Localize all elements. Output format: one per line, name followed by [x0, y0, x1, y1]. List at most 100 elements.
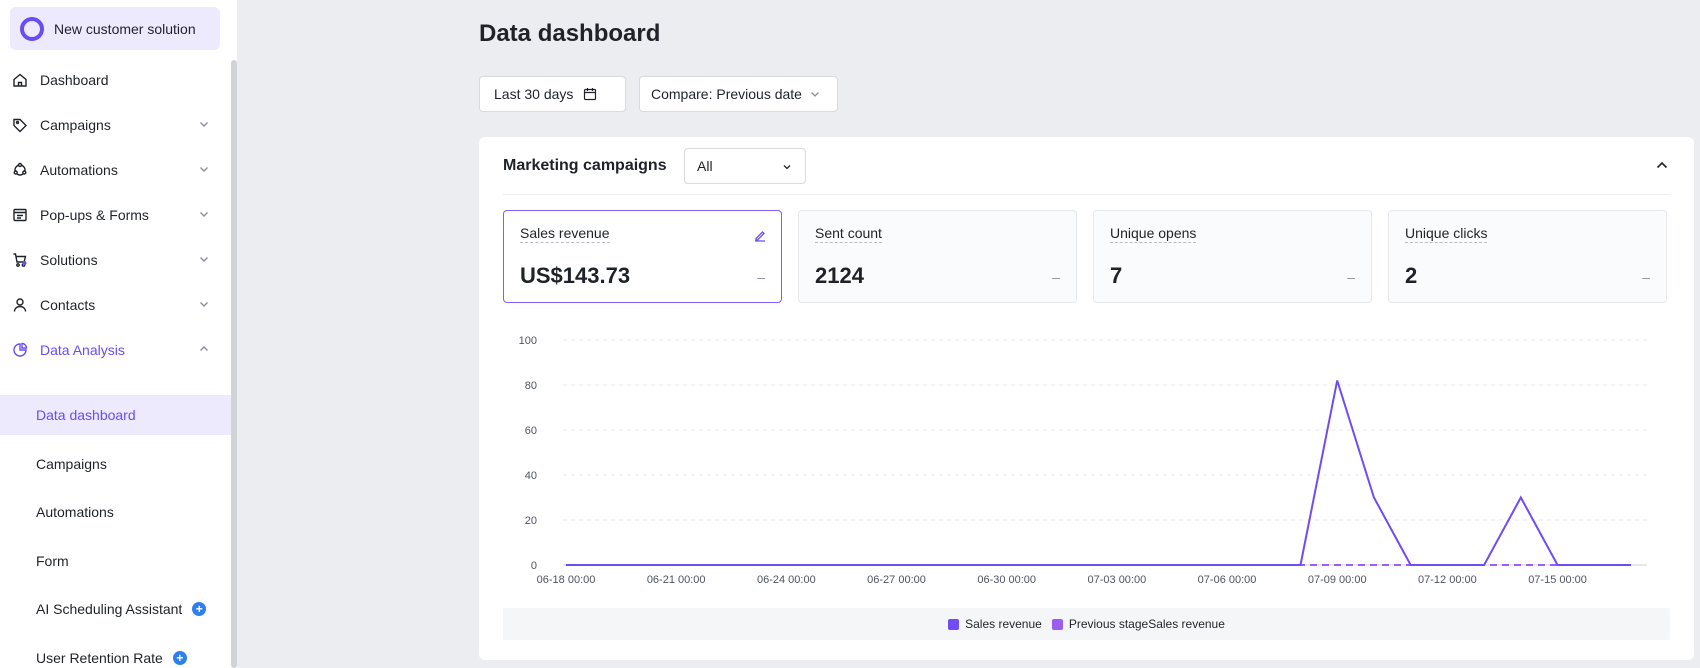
y-tick-label: 0 — [531, 560, 537, 572]
sidebar-subitem-automations[interactable]: Automations — [0, 492, 231, 532]
metric-label: Unique opens — [1110, 225, 1197, 243]
sidebar-item-solutions[interactable]: Solutions — [0, 238, 231, 282]
x-tick-label: 07-06 00:00 — [1198, 574, 1257, 586]
form-icon — [12, 207, 28, 223]
cart-icon — [12, 252, 28, 268]
legend-label: Sales revenue — [965, 617, 1042, 631]
x-tick-label: 06-24 00:00 — [757, 574, 816, 586]
metric-card-unique-clicks[interactable]: Unique clicks 2 – — [1388, 210, 1667, 303]
sidebar-subitem-campaigns[interactable]: Campaigns — [0, 444, 231, 484]
chevron-down-icon — [200, 122, 208, 127]
date-range-button[interactable]: Last 30 days — [479, 76, 626, 112]
metric-value: 2124 — [815, 263, 864, 288]
calendar-icon — [584, 88, 597, 101]
metric-label: Unique clicks — [1405, 225, 1488, 243]
y-tick-label: 20 — [525, 515, 537, 527]
page-title: Data dashboard — [479, 20, 661, 47]
y-tick-label: 100 — [519, 335, 537, 347]
brand-switcher[interactable]: New customer solution — [10, 7, 220, 50]
sales-revenue-line-chart: 0 20 40 60 80 100 06-18 00:00 06-21 00:00 06-24 … — [519, 335, 1647, 586]
sidebar-item-label: Solutions — [40, 252, 98, 268]
legend-item-previous-sales-revenue[interactable]: Previous stageSales revenue — [1051, 617, 1225, 631]
compare-label: Compare: Previous date — [651, 86, 802, 102]
sidebar-item-dashboard[interactable]: Dashboard — [0, 58, 231, 102]
sidebar-item-automations[interactable]: Automations — [0, 148, 231, 192]
sidebar-item-label: Contacts — [40, 297, 96, 313]
brand-ring-icon — [20, 16, 44, 41]
brand-label: New customer solution — [54, 20, 196, 37]
tag-icon — [12, 117, 28, 133]
pie-chart-icon — [12, 342, 28, 358]
x-tick-label: 06-21 00:00 — [647, 574, 706, 586]
x-tick-label: 07-03 00:00 — [1088, 574, 1147, 586]
x-tick-label: 07-15 00:00 — [1528, 574, 1587, 586]
chevron-down-icon — [200, 212, 208, 217]
x-tick-label: 06-18 00:00 — [537, 574, 596, 586]
legend-label: Previous stageSales revenue — [1068, 617, 1225, 631]
legend-swatch — [948, 618, 960, 630]
sidebar-subitem-label: Form — [36, 553, 69, 569]
metric-change: – — [1052, 269, 1060, 285]
sidebar-item-data-analysis[interactable]: Data Analysis — [0, 328, 231, 372]
sidebar-subitem-label: User Retention Rate — [36, 650, 163, 666]
sidebar-subitem-user-retention-rate[interactable]: User Retention Rate + — [0, 638, 231, 668]
series-line-sales-revenue — [566, 380, 1631, 566]
sidebar-item-label: Dashboard — [40, 72, 109, 88]
compare-select[interactable]: Compare: Previous date — [639, 76, 838, 112]
sidebar-subitem-label: Data dashboard — [36, 407, 136, 423]
x-tick-label: 07-09 00:00 — [1308, 574, 1367, 586]
sidebar-item-contacts[interactable]: Contacts — [0, 283, 231, 327]
metric-change: – — [1642, 269, 1650, 285]
card-divider — [503, 194, 1670, 195]
metric-change: – — [1347, 269, 1355, 285]
chevron-down-icon — [811, 92, 819, 97]
campaign-filter-value: All — [697, 158, 713, 174]
metric-label: Sent count — [815, 225, 882, 243]
plus-badge-icon: + — [192, 602, 207, 616]
metric-card-sales-revenue[interactable]: Sales revenue US$143.73 – — [503, 210, 782, 303]
collapse-chevron-up-icon[interactable] — [1654, 157, 1670, 173]
metric-card-sent-count[interactable]: Sent count 2124 – — [798, 210, 1077, 303]
chevron-down-icon — [200, 257, 208, 262]
sidebar-subitem-ai-scheduling-assistant[interactable]: AI Scheduling Assistant + — [0, 589, 231, 629]
metric-value: US$143.73 — [520, 263, 631, 288]
campaign-filter-select[interactable]: All — [684, 148, 806, 184]
sidebar-item-label: Campaigns — [40, 117, 111, 133]
home-icon — [12, 72, 28, 88]
marketing-campaigns-card: Marketing campaigns All Sales revenue US… — [479, 137, 1694, 660]
sidebar-item-label: Automations — [40, 162, 118, 178]
edit-icon[interactable] — [753, 229, 767, 243]
y-tick-label: 80 — [525, 380, 537, 392]
metric-value: 7 — [1110, 263, 1123, 288]
sidebar-subitem-data-dashboard[interactable]: Data dashboard — [0, 395, 231, 435]
plus-badge-icon: + — [172, 651, 187, 665]
sidebar-item-campaigns[interactable]: Campaigns — [0, 103, 231, 147]
metric-card-unique-opens[interactable]: Unique opens 7 – — [1093, 210, 1372, 303]
chevron-down-icon — [783, 165, 791, 170]
y-tick-label: 60 — [525, 425, 537, 437]
sidebar-scrollbar[interactable] — [231, 60, 237, 668]
chevron-down-icon — [200, 167, 208, 172]
sidebar-subitem-label: Campaigns — [36, 456, 107, 472]
automation-icon — [12, 162, 28, 178]
legend-swatch — [1051, 618, 1063, 630]
sidebar-subitem-label: AI Scheduling Assistant — [36, 601, 183, 617]
sidebar-subitem-form[interactable]: Form — [0, 541, 231, 581]
sidebar: New customer solution Dashboard Campaign… — [0, 0, 237, 668]
sidebar-item-label: Data Analysis — [40, 342, 125, 358]
metric-label: Sales revenue — [520, 225, 610, 243]
chart-legend: Sales revenue Previous stageSales revenu… — [503, 608, 1670, 640]
metric-change: – — [757, 269, 765, 285]
date-range-label: Last 30 days — [494, 86, 574, 102]
legend-item-sales-revenue[interactable]: Sales revenue — [948, 617, 1042, 631]
sidebar-item-popups-forms[interactable]: Pop-ups & Forms — [0, 193, 231, 237]
y-tick-label: 40 — [525, 470, 537, 482]
chevron-down-icon — [200, 302, 208, 307]
chevron-up-icon — [200, 346, 208, 351]
x-tick-label: 06-27 00:00 — [867, 574, 926, 586]
card-title: Marketing campaigns — [503, 157, 667, 174]
metric-value: 2 — [1405, 263, 1418, 288]
x-tick-label: 07-12 00:00 — [1418, 574, 1477, 586]
sidebar-subitem-label: Automations — [36, 504, 114, 520]
x-tick-label: 06-30 00:00 — [977, 574, 1036, 586]
